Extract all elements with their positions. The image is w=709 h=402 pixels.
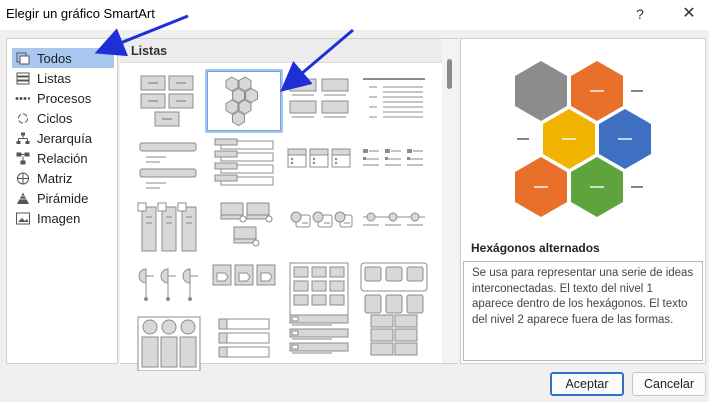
layout-tile-half-circle-list[interactable] (132, 259, 206, 319)
layout-description: Se usa para representar una serie de ide… (463, 261, 703, 361)
layout-name: Hexágonos alternados (471, 241, 600, 255)
layout-tile-block-stack[interactable] (357, 311, 431, 371)
accept-button[interactable]: Aceptar (550, 372, 624, 396)
layout-tile-square-accent-list[interactable] (357, 135, 431, 195)
scrollbar-thumb[interactable] (447, 59, 452, 89)
category-label: Ciclos (37, 110, 73, 126)
category-item-ciclos[interactable]: Ciclos (12, 108, 114, 128)
layout-tile-tab-list[interactable] (207, 311, 281, 371)
category-item-matriz[interactable]: Matriz (12, 168, 114, 188)
relationship-icon (15, 151, 30, 165)
help-button[interactable]: ? (626, 2, 654, 26)
process-icon (15, 91, 30, 105)
gallery-section-title: Listas (131, 44, 168, 58)
dialog-title: Elegir un gráfico SmartArt (6, 6, 155, 21)
category-list: Todos Listas Procesos Ciclos Jerarquía R… (6, 38, 118, 364)
list-icon (15, 71, 30, 85)
category-item-jerarquia[interactable]: Jerarquía (12, 128, 114, 148)
category-item-imagen[interactable]: Imagen (12, 208, 114, 228)
picture-icon (15, 211, 30, 225)
layout-tile-process-list[interactable] (207, 259, 281, 319)
gallery-scrollbar[interactable] (442, 39, 458, 363)
category-label: Listas (37, 70, 71, 86)
layout-tile-circle-accent-list[interactable] (282, 197, 356, 257)
category-label: Todos (37, 50, 72, 66)
layout-tile-picture-accent-list[interactable] (207, 197, 281, 257)
layout-gallery: Listas (120, 38, 458, 371)
category-label: Jerarquía (37, 130, 92, 146)
gallery-section-header: Listas (120, 39, 442, 63)
layout-tile-basic-block-list[interactable] (132, 71, 206, 131)
matrix-icon (15, 171, 30, 185)
layout-tile-horizontal-bullet-list[interactable] (282, 135, 356, 195)
layout-tile-table-list[interactable] (282, 259, 356, 319)
category-label: Matriz (37, 170, 73, 186)
close-button[interactable]: ✕ (675, 2, 703, 26)
layout-preview-graphic (515, 61, 651, 217)
category-item-relacion[interactable]: Relación (12, 148, 114, 168)
layout-tile-picture-caption-list[interactable] (282, 71, 356, 131)
category-label: Imagen (37, 210, 81, 226)
category-item-procesos[interactable]: Procesos (12, 88, 114, 108)
layout-tile-vertical-box-list[interactable] (207, 135, 281, 195)
layout-tile-vertical-bullet-list[interactable] (132, 135, 206, 195)
cycle-icon (15, 111, 30, 125)
hierarchy-icon (15, 131, 30, 145)
layout-tile-horizontal-bullet-dots[interactable] (357, 197, 431, 257)
layout-tile-stacked-list[interactable] (132, 197, 206, 257)
layout-tile-lined-list[interactable] (357, 71, 431, 131)
layout-tile-picture-frame-list[interactable] (132, 311, 206, 371)
title-bar: Elegir un gráfico SmartArt ? ✕ (0, 0, 709, 30)
category-item-piramide[interactable]: Pirámide (12, 188, 114, 208)
hex-gray (515, 61, 567, 121)
cancel-button[interactable]: Cancelar (632, 372, 706, 396)
category-item-listas[interactable]: Listas (12, 68, 114, 88)
category-label: Relación (37, 150, 88, 166)
pyramid-icon (15, 191, 30, 205)
category-item-todos[interactable]: Todos (12, 48, 114, 68)
layout-tile-alternating-hexagons[interactable] (205, 69, 283, 133)
layout-tile-grouped-list[interactable] (357, 259, 431, 319)
all-icon (15, 51, 30, 65)
category-label: Procesos (37, 90, 92, 106)
category-label: Pirámide (37, 190, 89, 206)
preview-panel: Hexágonos alternados Se usa para represe… (460, 38, 706, 364)
layout-tile-stacked-bar-list[interactable] (282, 311, 356, 371)
